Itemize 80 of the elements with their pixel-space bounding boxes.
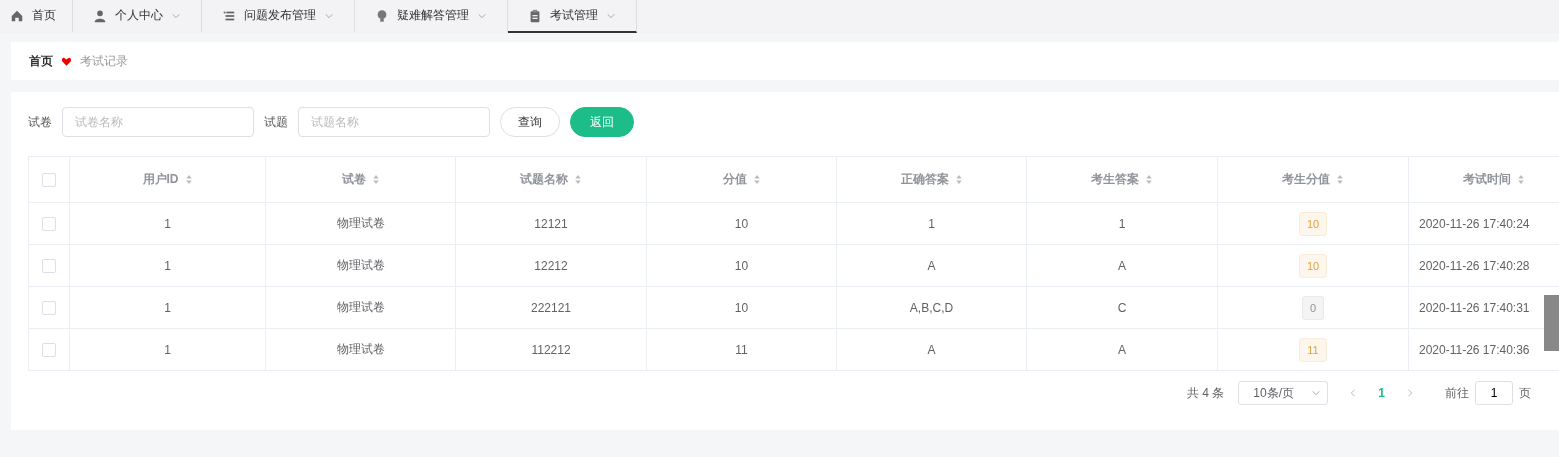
- table-cell: 10: [734, 258, 749, 273]
- field-label: 试卷: [28, 113, 52, 131]
- score-tag: 11: [1299, 337, 1327, 362]
- nav-tab[interactable]: 个人中心: [73, 0, 202, 33]
- score-tag: 0: [1301, 295, 1325, 320]
- heart-icon: [61, 55, 72, 67]
- bulb-icon: [375, 8, 389, 23]
- table-cell: 12121: [534, 216, 568, 231]
- score-tag: 10: [1298, 211, 1328, 236]
- checkbox[interactable]: [42, 300, 56, 315]
- table-cell: A,B,C,D: [909, 300, 954, 315]
- column-header[interactable]: 分值: [722, 171, 747, 188]
- checkbox[interactable]: [42, 172, 56, 187]
- column-header[interactable]: 用户ID: [142, 171, 179, 188]
- column-header[interactable]: 试题名称: [520, 171, 568, 188]
- column-header[interactable]: 考生答案: [1091, 171, 1139, 188]
- chevron-right-icon: [1405, 388, 1415, 398]
- nav-tab[interactable]: 首页: [0, 0, 73, 33]
- column-header[interactable]: 试卷: [341, 171, 366, 188]
- table-cell: 12212: [534, 258, 568, 273]
- sort-icon: [184, 174, 193, 185]
- table-cell: C: [1117, 300, 1127, 315]
- table-cell: 1: [164, 300, 171, 315]
- user-icon: [93, 8, 107, 23]
- page-unit: 页: [1519, 384, 1531, 402]
- table-cell: 10: [734, 216, 749, 231]
- sort-icon: [371, 174, 380, 185]
- total-count: 共 4 条: [1186, 384, 1225, 402]
- column-header[interactable]: 考试时间: [1462, 171, 1511, 188]
- sort-icon: [1516, 174, 1525, 185]
- table-cell: 10: [734, 300, 749, 315]
- table-cell: 物理试卷: [336, 257, 385, 274]
- table-cell: 2020-11-26 17:40:36: [1419, 342, 1530, 357]
- table-cell: A: [1118, 342, 1126, 357]
- table-cell: 1: [928, 216, 935, 231]
- clipboard-icon: [528, 8, 542, 23]
- checkbox[interactable]: [42, 258, 56, 273]
- table-cell: 1: [164, 258, 171, 273]
- sort-icon: [954, 174, 963, 185]
- table-cell: A: [927, 258, 936, 273]
- page-size-select[interactable]: 10条/页: [1238, 381, 1329, 405]
- nav-tab[interactable]: 问题发布管理: [202, 0, 355, 33]
- checkbox[interactable]: [42, 342, 56, 357]
- page-number[interactable]: 1: [1378, 386, 1385, 400]
- table-cell: 1: [164, 216, 171, 231]
- table-cell: 11: [735, 342, 748, 357]
- sort-icon: [752, 174, 761, 185]
- column-header[interactable]: 考生分值: [1282, 171, 1330, 188]
- search-field[interactable]: 试题名称: [298, 107, 490, 137]
- table-cell: A: [1118, 258, 1126, 273]
- table-cell: 2020-11-26 17:40:31: [1419, 300, 1530, 315]
- table-cell: 112212: [531, 342, 571, 357]
- page-input[interactable]: 1: [1475, 381, 1513, 405]
- home-icon: [10, 8, 24, 23]
- back-button[interactable]: 返回: [570, 107, 634, 137]
- chevron-down-icon: [1311, 388, 1322, 398]
- table-cell: 222121: [530, 300, 571, 315]
- column-header[interactable]: 正确答案: [900, 171, 949, 188]
- query-button[interactable]: 查询: [500, 107, 560, 137]
- table-cell: 2020-11-26 17:40:24: [1419, 216, 1530, 231]
- nav-tab[interactable]: 疑难解答管理: [355, 0, 508, 33]
- table-cell: A: [927, 342, 936, 357]
- breadcrumb-item[interactable]: 首页: [29, 52, 53, 70]
- breadcrumb-item: 考试记录: [80, 52, 128, 70]
- sort-icon: [574, 174, 582, 185]
- nav-tab[interactable]: 考试管理: [508, 0, 637, 33]
- scrollbar-thumb[interactable]: [1544, 295, 1559, 351]
- goto-label: 前往: [1445, 384, 1469, 402]
- sort-icon: [1145, 174, 1153, 185]
- table-cell: 1: [1118, 216, 1126, 231]
- sort-icon: [1336, 174, 1344, 185]
- table-cell: 物理试卷: [336, 215, 385, 232]
- table-cell: 2020-11-26 17:40:28: [1419, 258, 1530, 273]
- table-cell: 物理试卷: [336, 341, 385, 358]
- score-tag: 10: [1298, 253, 1328, 278]
- table-cell: 1: [164, 342, 171, 357]
- table-cell: 物理试卷: [336, 299, 385, 316]
- search-field[interactable]: 试卷名称: [62, 107, 254, 137]
- checkbox[interactable]: [42, 216, 56, 231]
- field-label: 试题: [264, 113, 288, 131]
